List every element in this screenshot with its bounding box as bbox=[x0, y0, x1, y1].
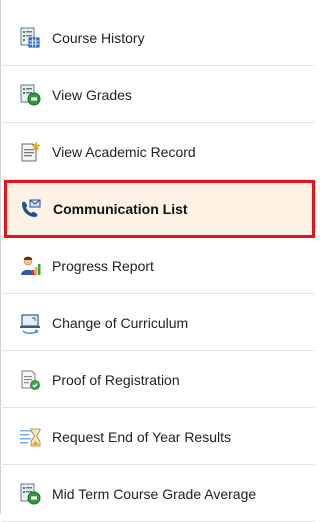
menu-item-proof-of-registration[interactable]: Proof of Registration bbox=[2, 352, 315, 408]
academic-record-icon bbox=[19, 140, 41, 163]
menu-item-communication-list[interactable]: Communication List bbox=[4, 180, 315, 238]
menu-item-label: View Grades bbox=[52, 86, 132, 103]
menu-item-label: Request End of Year Results bbox=[52, 428, 232, 445]
grade-average-icon bbox=[19, 483, 41, 505]
menu-item-label: Progress Report bbox=[52, 257, 154, 274]
sidebar-menu: Course History View Grades View Academic… bbox=[0, 0, 315, 522]
menu-item-label: Proof of Registration bbox=[52, 371, 180, 388]
menu-item-request-end-of-year-results[interactable]: Request End of Year Results bbox=[2, 409, 315, 465]
communication-icon bbox=[20, 198, 42, 220]
menu-item-label: View Academic Record bbox=[52, 143, 196, 160]
progress-report-icon bbox=[19, 255, 41, 277]
view-grades-icon bbox=[19, 84, 41, 106]
menu-item-label: Mid Term Course Grade Average bbox=[52, 485, 257, 502]
menu-item-view-grades[interactable]: View Grades bbox=[2, 67, 315, 123]
menu-item-label: Change of Curriculum bbox=[52, 314, 189, 331]
menu-item-progress-report[interactable]: Progress Report bbox=[2, 238, 315, 294]
menu-item-course-history[interactable]: Course History bbox=[2, 10, 315, 66]
course-history-icon bbox=[19, 27, 41, 49]
menu-item-change-of-curriculum[interactable]: Change of Curriculum bbox=[2, 295, 315, 351]
menu-item-label: Course History bbox=[52, 29, 145, 46]
menu-item-view-academic-record[interactable]: View Academic Record bbox=[2, 124, 315, 180]
menu-item-label: Communication List bbox=[53, 201, 188, 217]
proof-registration-icon bbox=[19, 369, 41, 391]
change-curriculum-icon bbox=[19, 312, 41, 334]
year-results-icon bbox=[19, 426, 41, 448]
